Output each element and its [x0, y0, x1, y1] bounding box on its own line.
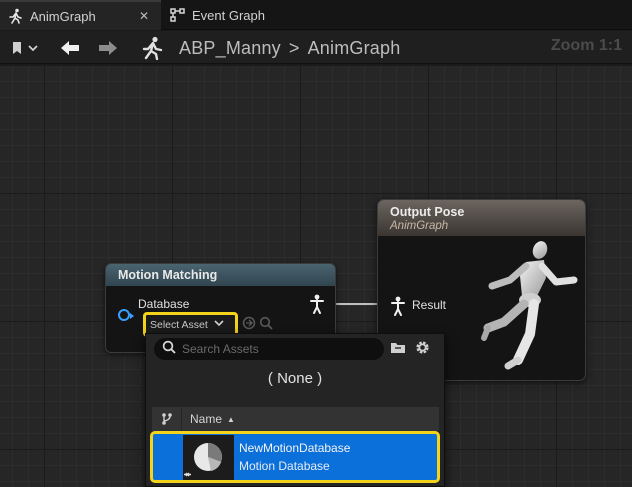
mannequin-preview-icon [474, 238, 584, 374]
folder-icon[interactable] [390, 341, 406, 359]
breadcrumb: ABP_Manny > AnimGraph [179, 35, 400, 61]
asset-list-header: Name ▲ [152, 407, 439, 431]
running-figure-icon [8, 8, 24, 24]
node-header: Output Pose AnimGraph [378, 200, 585, 236]
anim-blueprint-icon [140, 35, 166, 61]
select-asset-label: Select Asset [150, 318, 208, 331]
tab-animgraph[interactable]: AnimGraph ✕ [0, 0, 161, 30]
search-input[interactable] [182, 342, 372, 356]
chevron-down-icon [214, 319, 224, 330]
tab-event-graph[interactable]: Event Graph [166, 0, 306, 30]
sort-ascending-icon: ▲ [227, 414, 235, 424]
node-subtitle: AnimGraph [390, 220, 449, 232]
bookmark-icon [13, 42, 38, 54]
result-pin-icon[interactable] [390, 296, 406, 316]
result-label: Result [412, 298, 447, 312]
tab-bar: AnimGraph ✕ Event Graph [0, 0, 632, 30]
gear-icon[interactable] [414, 339, 431, 361]
forward-arrow-icon[interactable] [96, 37, 120, 59]
node-title: Output Pose [390, 205, 465, 219]
graph-nodes-icon [170, 7, 186, 23]
breadcrumb-item-graph[interactable]: AnimGraph [308, 38, 401, 59]
database-input-pin[interactable] [118, 309, 134, 321]
branch-filter-icon[interactable] [152, 407, 182, 431]
tab-label: AnimGraph [30, 8, 96, 24]
tab-label: Event Graph [192, 7, 265, 23]
breadcrumb-item-blueprint[interactable]: ABP_Manny [179, 38, 281, 59]
breadcrumb-separator: > [288, 37, 300, 58]
asset-picker-dropdown: ( None ) Name ▲ NewMotionDatabase Motion… [145, 333, 445, 487]
database-label: Database [138, 297, 190, 311]
pose-output-pin-icon[interactable] [309, 294, 325, 314]
search-box [154, 338, 384, 360]
asset-type: Motion Database [239, 459, 330, 473]
close-icon[interactable]: ✕ [139, 9, 149, 23]
asset-name: NewMotionDatabase [239, 441, 351, 455]
asset-list-item[interactable]: NewMotionDatabase Motion Database [150, 431, 440, 483]
column-header-name[interactable]: Name [190, 412, 222, 426]
bookmark-dropdown[interactable] [8, 37, 42, 59]
motion-database-thumbnail-icon [183, 435, 234, 480]
search-icon [162, 340, 176, 359]
node-title: Motion Matching [106, 264, 335, 286]
back-arrow-icon[interactable] [58, 37, 82, 59]
none-option[interactable]: ( None ) [146, 370, 444, 394]
graph-toolbar: ABP_Manny > AnimGraph Zoom 1:1 [0, 31, 632, 64]
zoom-level: Zoom 1:1 [550, 37, 622, 54]
